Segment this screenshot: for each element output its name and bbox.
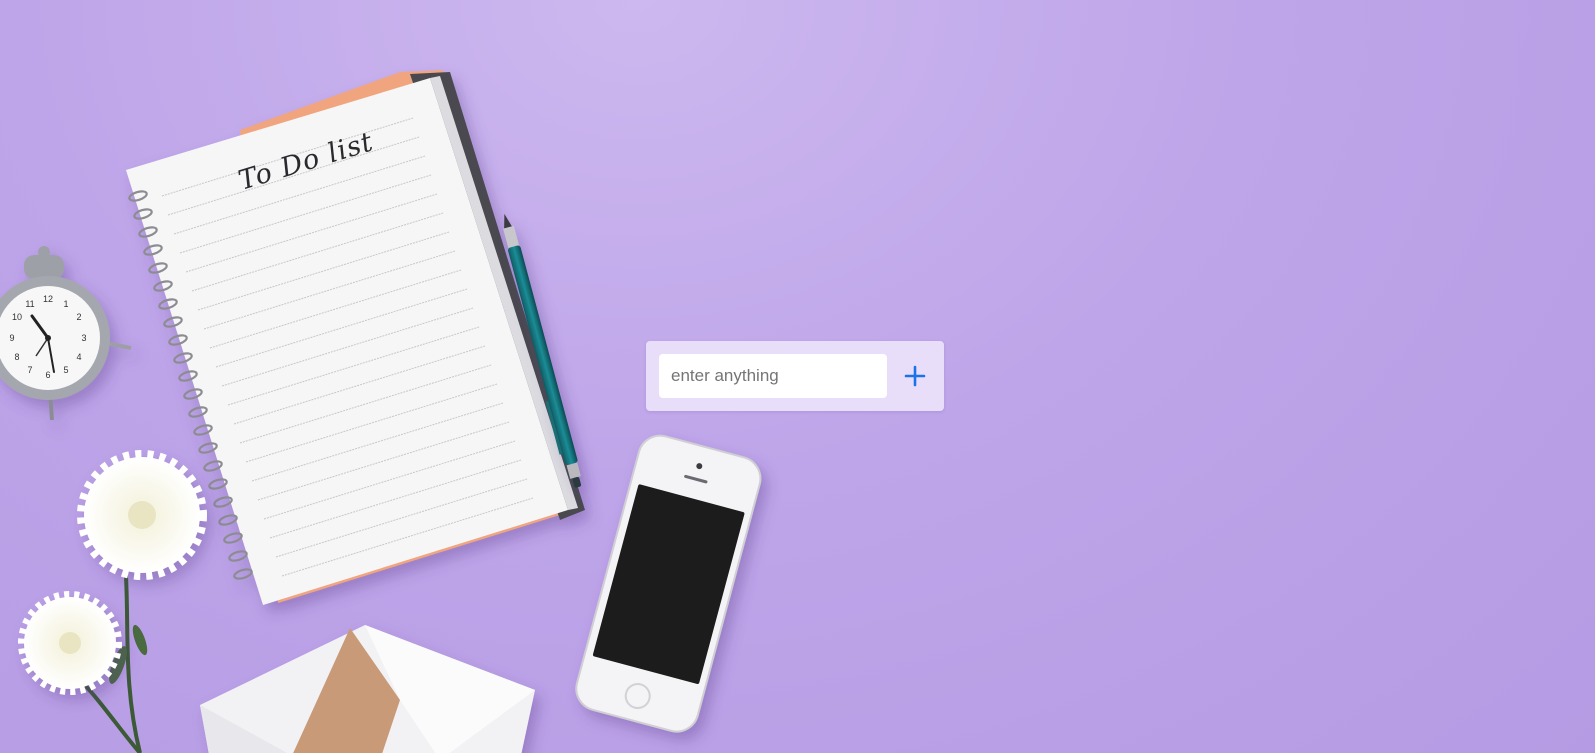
svg-text:9: 9	[9, 333, 14, 343]
svg-text:6: 6	[45, 370, 50, 380]
plus-icon	[904, 365, 926, 387]
svg-text:12: 12	[43, 294, 53, 304]
envelope	[200, 625, 535, 753]
svg-text:10: 10	[12, 312, 22, 322]
smartphone	[575, 434, 762, 733]
todo-input-panel	[646, 341, 944, 411]
svg-text:1: 1	[63, 299, 68, 309]
alarm-clock: 12 1 2 3 4 5 6 7 8 9 10 11	[0, 246, 132, 421]
svg-text:4: 4	[76, 352, 81, 362]
svg-text:8: 8	[14, 352, 19, 362]
svg-text:2: 2	[76, 312, 81, 322]
svg-text:11: 11	[25, 299, 34, 309]
svg-text:3: 3	[81, 333, 86, 343]
svg-text:7: 7	[27, 365, 32, 375]
svg-text:5: 5	[63, 365, 68, 375]
add-todo-button[interactable]	[895, 354, 935, 398]
todo-input[interactable]	[659, 354, 887, 398]
flowers	[18, 450, 207, 753]
